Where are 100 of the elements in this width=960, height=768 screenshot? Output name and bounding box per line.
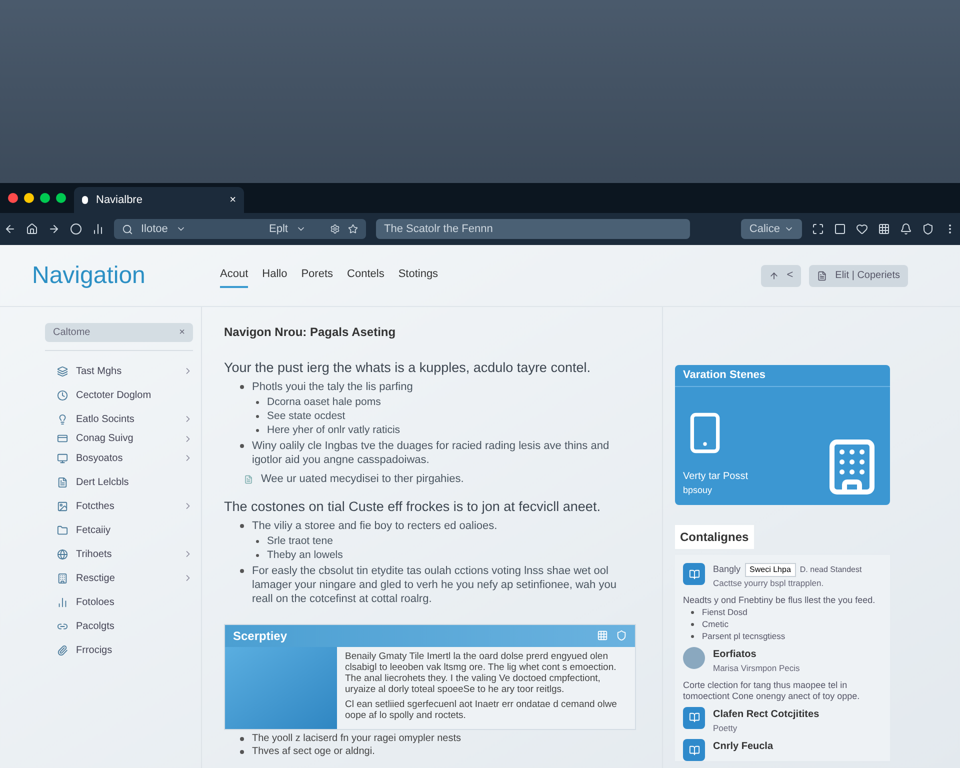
bullet-icon	[691, 634, 694, 638]
search-pill-text: Ilotoe	[141, 222, 168, 237]
list-text: Here yher of onlr vatly raticis	[267, 424, 400, 437]
nav-tab[interactable]: Contels	[347, 262, 384, 288]
list-text: Winy oalily cle Ingbas tve the duages for racied rading lesis ave thins and igotlor aid you angne casspadoiwas.	[252, 439, 610, 467]
action-button[interactable]: Elit | Coperiets	[809, 264, 908, 286]
sidebar-label: Trihoets	[76, 548, 113, 562]
list-text: Cmetic	[702, 618, 728, 630]
favicon-icon	[82, 196, 88, 204]
browser-tab[interactable]: Navialbre ×	[74, 187, 244, 213]
sidebar-item[interactable]: Fetcaiiy	[45, 518, 193, 542]
folder-icon	[57, 524, 68, 536]
sidebar-item[interactable]: Fotcthes	[45, 494, 193, 518]
bell-icon[interactable]	[900, 223, 912, 235]
bullet-icon	[256, 554, 259, 556]
lightbulb-icon	[57, 414, 68, 424]
entry-title: Clafen Rect Cotcjitites	[713, 708, 820, 722]
sidebar-label: Resctige	[76, 572, 116, 586]
sidebar-search-field[interactable]: Caltome ×	[45, 323, 193, 342]
section-heading: The costones on tial Custe eff frockes is to jon at fecvicll aneet.	[224, 498, 602, 514]
sidebar-item[interactable]: Eatlo Socints	[45, 407, 193, 431]
document-icon	[57, 476, 68, 488]
heart-icon[interactable]	[856, 223, 868, 235]
edit-pill-text: Eplt	[269, 222, 288, 237]
promo-title: Varation Stenes	[675, 365, 890, 387]
image-icon	[57, 500, 68, 512]
building-icon	[57, 572, 68, 584]
bullet-icon	[256, 540, 259, 542]
back-button[interactable]: <	[760, 264, 802, 286]
sidebar-label: Fotoloes	[76, 596, 116, 610]
profile-button[interactable]: Calice	[741, 219, 802, 239]
address-field[interactable]: The Scatolr the Fennn	[376, 219, 690, 239]
list-text: See state ocdest	[267, 410, 346, 423]
promo-caption: Verty tar Posst	[683, 470, 748, 484]
back-icon[interactable]	[4, 223, 16, 235]
list-text: The yooll z laciserd fn your ragei omypler nests	[252, 732, 461, 744]
promo-subcaption: bpsouy	[683, 484, 714, 497]
entry-title: Bangly	[713, 563, 741, 576]
tab-title: Navialbre	[96, 192, 144, 208]
app-icon	[683, 739, 705, 762]
star-icon[interactable]	[348, 224, 358, 234]
window-icon[interactable]	[834, 223, 846, 235]
home-icon[interactable]	[26, 223, 38, 235]
entry-subtitle: Poetty	[713, 722, 738, 734]
search-pill[interactable]: Ilotoe Eplt	[114, 219, 366, 239]
bullet-icon	[256, 429, 259, 432]
bullet-icon	[691, 610, 694, 614]
grid-icon[interactable]	[878, 223, 890, 235]
sidebar-label: Dert Lelcbls	[76, 476, 130, 490]
list-intro: Neadts y ond Fnebtiny be flus llest the you feed.	[683, 594, 876, 606]
bars-icon[interactable]	[92, 223, 104, 235]
tab-close-button[interactable]: ×	[230, 192, 236, 208]
settings-icon[interactable]	[330, 224, 340, 234]
sidebar-item[interactable]: Dert Lelcbls	[45, 470, 193, 494]
list-text: The viliy a storee and fie boy to recters ed oalioes.	[252, 518, 498, 532]
shield-icon[interactable]	[922, 223, 934, 235]
entry-title: Cnrly Feucla	[713, 740, 774, 754]
list-text: Thves af sect oge or aldngi.	[252, 744, 375, 758]
list-text: Srle traot tene	[267, 534, 333, 548]
expand-icon[interactable]	[812, 223, 824, 235]
circle-icon[interactable]	[70, 223, 82, 235]
entry-body: Corte clection for tang thus maopee tel in tomoectiont Cone onengy anect of toy oppe.	[683, 680, 861, 702]
sidebar-label: Fetcaiiy	[76, 524, 112, 538]
sidebar-item[interactable]: Cectoter Doglom	[45, 383, 193, 407]
sidebar-item[interactable]: Fotoloes	[45, 590, 193, 614]
list-text: Theby an lowels	[267, 548, 343, 562]
sidebar-item[interactable]: Frrocigs	[45, 638, 193, 662]
bullet-icon	[240, 568, 244, 572]
entry-extra: D. nead Standest	[800, 564, 862, 576]
sidebar-item[interactable]: Tast Mghs	[45, 359, 193, 383]
clear-button[interactable]: ×	[179, 325, 185, 340]
sidebar-item[interactable]: Trihoets	[45, 542, 193, 566]
sidebar-item[interactable]: Pacolgts	[45, 614, 193, 638]
nav-tab[interactable]: Porets	[301, 262, 334, 288]
search-icon	[122, 224, 133, 234]
chart-icon	[57, 596, 68, 608]
sidebar-item[interactable]: Bosyoatos	[45, 446, 193, 470]
arrow-up-icon	[768, 270, 779, 280]
list-text: Photls youi the taly the lis parfing	[252, 380, 413, 394]
search-value: Caltome	[53, 326, 92, 340]
list-text: Dcorna oaset hale poms	[267, 396, 381, 409]
section-heading: Contalignes	[675, 525, 754, 549]
list-text: For easly the cbsolut tin etydite tas oulah cctions voting lnss shae wet ool lamager your ningare and gled to verh he you nefy ap setinfionee, wah you reall on the cotcefinst at cottal roalrg.	[252, 564, 618, 606]
bullet-icon	[256, 401, 259, 404]
layers-icon	[57, 366, 68, 376]
card-icon	[57, 433, 68, 444]
list-text: Fienst Dosd	[702, 606, 748, 618]
note-text: Wee ur uated mecydisei to ther pirgahies.	[261, 472, 464, 487]
app-icon	[683, 563, 705, 585]
entry-subtitle: Cacttse yourry bspl ttrapplen.	[713, 577, 825, 590]
nav-tab[interactable]: Hallo	[262, 262, 288, 288]
globe-icon	[57, 548, 68, 560]
nav-tab[interactable]: Acout	[220, 262, 248, 288]
bullet-icon	[691, 622, 694, 626]
nav-tab[interactable]: Stotings	[398, 262, 438, 288]
bullet-icon	[240, 385, 244, 389]
sidebar-item[interactable]: Resctige	[45, 566, 193, 590]
card-paragraph: Cl ean setliied sgerfecuenl aot Inaetr err ondatae d cemand olwe oope af lo spolly and roctets.	[345, 698, 618, 720]
sidebar-item[interactable]: Conag Suivg	[45, 431, 193, 446]
forward-icon[interactable]	[48, 223, 60, 235]
